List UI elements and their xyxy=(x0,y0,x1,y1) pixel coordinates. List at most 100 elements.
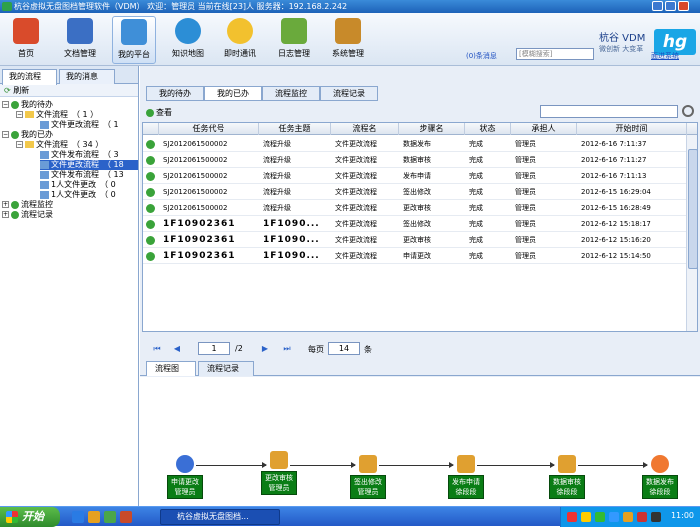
toolbar-instant-messaging[interactable]: 即时通讯 xyxy=(218,16,262,64)
flow-step[interactable]: 签出修改 管理员 xyxy=(350,455,386,499)
toolbar-documents[interactable]: 文档管理 xyxy=(58,16,102,64)
table-cell: 数据发布 xyxy=(403,140,431,148)
page-input[interactable]: 1 xyxy=(198,342,230,355)
quicklaunch-icon[interactable] xyxy=(104,511,116,523)
ie-icon[interactable] xyxy=(72,511,84,523)
flow-step[interactable]: 数据发布 徐段段 xyxy=(642,455,678,499)
table-row[interactable]: SJ2012061500002 流程升级 文件更改流程 签出修改 完成 管理员 2012-6… xyxy=(143,184,687,200)
toolbar-knowledge-map[interactable]: 知识地图 xyxy=(166,16,210,64)
tree-label: 1人文件更改 （ 0 xyxy=(51,180,116,189)
scroll-thumb[interactable] xyxy=(688,149,697,269)
table-row[interactable]: 1F10902361 1F1090... 文件更改流程 签出修改 完成 管理员 2012-6… xyxy=(143,216,687,232)
brand-title: 杭谷 VDM xyxy=(599,33,646,44)
column-header[interactable]: 承担人 xyxy=(511,123,577,135)
tree-node-file-process[interactable]: − 文件流程 （ 34 ） xyxy=(16,140,103,150)
expand-icon[interactable]: + xyxy=(2,211,9,218)
per-page-input[interactable]: 14 xyxy=(328,342,360,355)
view-button[interactable]: 查看 xyxy=(146,107,172,118)
table-row[interactable]: SJ2012061500002 流程升级 文件更改流程 更改审核 完成 管理员 2012-6… xyxy=(143,200,687,216)
collapse-icon[interactable]: − xyxy=(2,101,9,108)
table-row[interactable]: 1F10902361 1F1090... 文件更改流程 更改审核 完成 管理员 2012-6… xyxy=(143,232,687,248)
table-cell: 管理员 xyxy=(515,204,536,212)
tree-node-file-publish[interactable]: 文件发布流程 （ 13 xyxy=(40,170,124,180)
table-row[interactable]: SJ2012061500002 流程升级 文件更改流程 数据发布 完成 管理员 2012-6… xyxy=(143,136,687,152)
tree-node-file-publish[interactable]: 文件发布流程 （ 3 xyxy=(40,150,119,160)
fuzzy-search-input[interactable]: [模糊搜索] xyxy=(516,48,594,60)
tab-flow-records[interactable]: 流程记录 xyxy=(198,361,254,376)
tray-icon[interactable] xyxy=(581,512,591,522)
taskbar-app-button[interactable]: 杭谷虚拟无盘图档... xyxy=(160,509,280,525)
tray-icon[interactable] xyxy=(651,512,661,522)
table-cell: 申请更改 xyxy=(403,252,431,260)
table-row[interactable]: SJ2012061500002 流程升级 文件更改流程 数据审核 完成 管理员 2012-6… xyxy=(143,152,687,168)
tab-my-todo[interactable]: 我的待办 xyxy=(146,86,204,101)
tree-node-process-monitor[interactable]: + 流程监控 xyxy=(2,200,53,210)
prev-page-icon[interactable]: ◀ xyxy=(172,344,182,354)
search-icon[interactable] xyxy=(682,105,694,117)
maximize-button[interactable] xyxy=(665,1,676,11)
tree-node-file-change[interactable]: 文件更改流程 （ 1 xyxy=(40,120,119,130)
tab-process-records[interactable]: 流程记录 xyxy=(320,86,378,101)
minimize-button[interactable] xyxy=(652,1,663,11)
tree-node-my-done[interactable]: − 我的已办 xyxy=(2,130,53,140)
refresh-button[interactable]: ⟳ 刷新 xyxy=(0,84,138,97)
quicklaunch-icon[interactable] xyxy=(88,511,100,523)
tree-node-file-change-selected[interactable]: 文件更改流程 （ 18 xyxy=(40,160,138,170)
first-page-icon[interactable]: ⏮ xyxy=(152,344,162,354)
column-header[interactable]: 流程名 xyxy=(331,123,399,135)
users-icon xyxy=(457,455,475,473)
table-cell: 签出修改 xyxy=(403,220,431,228)
close-button[interactable] xyxy=(678,1,689,11)
table-row[interactable]: SJ2012061500002 流程升级 文件更改流程 发布申请 完成 管理员 2012-6… xyxy=(143,168,687,184)
column-header[interactable]: 开始时间 xyxy=(577,123,687,135)
toolbar-system-management[interactable]: 系统管理 xyxy=(326,16,370,64)
toolbar-home[interactable]: 首页 xyxy=(4,16,48,64)
flow-step[interactable]: 数据审核 徐段段 xyxy=(549,455,585,499)
tab-my-process[interactable]: 我的流程 xyxy=(2,69,57,85)
vertical-scrollbar[interactable] xyxy=(686,135,697,331)
tab-process-monitor[interactable]: 流程监控 xyxy=(262,86,320,101)
logout-link[interactable]: 面进系统 xyxy=(651,51,679,61)
tab-flowchart[interactable]: 流程图 xyxy=(146,361,196,376)
start-button[interactable]: 开始 xyxy=(0,507,60,527)
flow-step[interactable]: 更改审核 管理员 xyxy=(261,451,297,495)
last-page-icon[interactable]: ⏭ xyxy=(282,344,292,354)
tray-icon[interactable] xyxy=(609,512,619,522)
toolbar-my-platform[interactable]: 我的平台 xyxy=(112,16,156,64)
tree-node-single-change[interactable]: 1人文件更改 （ 0 xyxy=(40,180,116,190)
process-icon xyxy=(40,170,49,179)
next-page-icon[interactable]: ▶ xyxy=(260,344,270,354)
grid-search-input[interactable] xyxy=(540,105,678,118)
tree-node-my-todo[interactable]: − 我的待办 xyxy=(2,100,53,110)
tab-my-done[interactable]: 我的已办 xyxy=(204,86,262,101)
per-page-label: 每页 xyxy=(308,345,324,354)
table-row[interactable]: 1F10902361 1F1090... 文件更改流程 申请更改 完成 管理员 2012-6… xyxy=(143,248,687,264)
table-cell: SJ2012061500002 xyxy=(163,140,228,148)
flow-step[interactable]: 申请更改 管理员 xyxy=(167,455,203,499)
tab-my-messages[interactable]: 我的消息 xyxy=(59,69,115,84)
main-panel: 我的待办 我的已办 流程监控 流程记录 查看 任务代号 任务主题 流程名 步骤名… xyxy=(140,66,700,506)
messages-link[interactable]: (0)条消息 xyxy=(466,51,497,61)
column-header[interactable]: 任务代号 xyxy=(159,123,259,135)
collapse-icon[interactable]: − xyxy=(16,111,23,118)
column-header[interactable]: 状态 xyxy=(465,123,511,135)
quicklaunch-icon[interactable] xyxy=(120,511,132,523)
tray-icon[interactable] xyxy=(567,512,577,522)
table-cell: 管理员 xyxy=(515,156,536,164)
tree-label: 1人文件更改 （ 0 xyxy=(51,190,116,199)
flow-step[interactable]: 发布申请 徐段段 xyxy=(448,455,484,499)
collapse-icon[interactable]: − xyxy=(16,141,23,148)
tray-icon[interactable] xyxy=(595,512,605,522)
tree-node-process-records[interactable]: + 流程记录 xyxy=(2,210,53,220)
expand-icon[interactable]: + xyxy=(2,201,9,208)
tray-icon[interactable] xyxy=(623,512,633,522)
toolbar-log-management[interactable]: 日志管理 xyxy=(272,16,316,64)
column-header[interactable]: 任务主题 xyxy=(259,123,331,135)
tree-node-single-change[interactable]: 1人文件更改 （ 0 xyxy=(40,190,116,200)
tray-icon[interactable] xyxy=(637,512,647,522)
table-cell: 2012-6-15 16:29:04 xyxy=(581,188,651,196)
column-header[interactable]: 步骤名 xyxy=(399,123,465,135)
table-cell: 文件更改流程 xyxy=(335,188,377,196)
tree-node-file-process[interactable]: − 文件流程 （ 1 ） xyxy=(16,110,98,120)
collapse-icon[interactable]: − xyxy=(2,131,9,138)
